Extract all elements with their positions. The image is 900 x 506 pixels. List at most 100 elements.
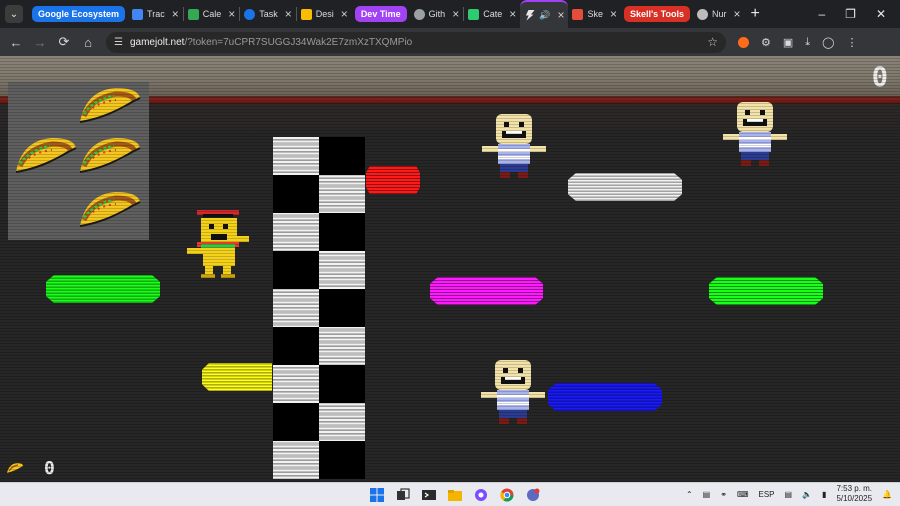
profile-shield-icon[interactable]: ◯ [822,36,834,49]
chat-app-icon[interactable] [524,486,542,504]
clock[interactable]: 7:53 p. m. 5/10/2025 [836,484,872,504]
drive-icon [300,8,312,20]
tab-title: Nur [712,9,727,19]
window-close-icon[interactable]: ✕ [876,7,886,21]
tab-group-google-ecosystem[interactable]: Google Ecosystem [32,6,126,22]
score-counter: 0 [871,62,888,93]
tab-tasks[interactable]: Task × [240,0,296,28]
skell-icon [572,8,584,20]
restore-icon[interactable]: ❐ [845,7,856,21]
menu-icon[interactable]: ⋮ [846,36,857,49]
speaker-icon[interactable]: 🔊 [539,10,550,21]
tab-search-button[interactable]: ⌄ [5,5,23,23]
extensions-puzzle-icon[interactable]: ⚙ [761,36,771,49]
keyboard-icon[interactable]: ⌨ [737,490,749,499]
tray-app-icon[interactable]: ▤ [703,490,711,499]
windows-start-icon[interactable] [368,486,386,504]
taco-panel [8,82,149,240]
notification-bell-icon[interactable]: 🔔 [882,490,892,499]
network-icon[interactable]: ▤ [785,490,793,499]
close-icon[interactable]: × [228,7,235,21]
close-icon[interactable]: × [172,7,179,21]
taco-counter-icon [7,463,23,473]
tray-sync-icon[interactable]: ⚭ [720,490,727,499]
close-icon[interactable]: × [557,8,564,22]
close-icon[interactable]: × [452,7,459,21]
close-icon[interactable]: × [734,7,741,21]
taco-icon [79,192,141,227]
chrome-icon[interactable] [498,486,516,504]
tab-drive[interactable]: Desi × [297,0,352,28]
tab-title: Ske [587,9,603,19]
red-pad [366,166,420,194]
taskbar-apps [368,486,542,504]
child-customer [482,114,546,178]
download-icon[interactable]: ⤓ [805,36,810,49]
volume-icon[interactable]: 🔈 [802,490,812,499]
task-view-icon[interactable] [394,486,412,504]
track-tile [319,403,365,441]
battery-icon[interactable]: ▮ [822,490,826,499]
home-button[interactable]: ⌂ [76,35,100,50]
track-tile [273,365,319,403]
tab-groups-icon[interactable]: ▣ [783,36,793,49]
minimize-icon[interactable]: – [818,7,825,21]
close-icon[interactable]: × [610,7,617,21]
track-tile [319,327,365,365]
tab-gamejolt-active[interactable]: 🔊 × [520,0,569,28]
game-canvas[interactable]: 0 0 [0,56,900,482]
back-button[interactable]: ← [4,35,28,50]
tab-group-dev-time[interactable]: Dev Time [354,6,407,22]
track-tile [273,403,319,441]
new-tab-button[interactable]: + [751,5,760,23]
tab-github[interactable]: Gith × [410,0,464,28]
taco-icon [15,138,77,173]
track-tile [319,175,365,213]
close-icon[interactable]: × [341,7,348,21]
calendar-icon [187,8,199,20]
tab-title: Trac [147,9,165,19]
browser-tab-strip: ⌄ Google Ecosystem Trac × Cale × Task × … [0,0,900,28]
close-icon[interactable]: × [509,7,516,21]
tab-trac[interactable]: Trac × [128,0,183,28]
terminal-icon[interactable] [420,486,438,504]
site-info-icon[interactable]: ☰ [114,37,123,48]
magenta-pad [430,277,543,305]
chevron-down-icon: ⌄ [9,8,19,20]
system-tray: ⌃ ▤ ⚭ ⌨ ESP ▤ 🔈 ▮ 7:53 p. m. 5/10/2025 🔔 [686,484,892,504]
tab-cate[interactable]: Cate × [464,0,520,28]
tab-group-skells-tools[interactable]: Skell's Tools [624,6,690,22]
url-path: /?token=7uCPR7SUGGJ34Wak2E7zmXzTXQMPio [184,36,413,48]
track-tile [273,289,319,327]
checkered-track [273,137,365,482]
child-customer [723,102,787,166]
track-tile [273,251,319,289]
close-icon[interactable]: × [285,7,292,21]
gamejolt-icon [525,9,536,21]
track-tile [273,137,319,175]
forward-button[interactable]: → [28,35,52,50]
app-purple-icon[interactable] [472,486,490,504]
file-explorer-icon[interactable] [446,486,464,504]
track-tile [319,365,365,403]
track-tile [319,137,365,175]
track-tile [273,327,319,365]
track-tile [319,251,365,289]
tab-title: Cale [202,9,222,19]
address-bar[interactable]: ☰ gamejolt.net/?token=7uCPR7SUGGJ34Wak2E… [106,31,726,53]
track-tile [273,441,319,479]
window-controls: – ❐ ✕ [818,0,900,28]
extension-icon[interactable] [738,36,749,48]
green-pad-left [46,275,160,303]
tab-title: Desi [315,9,334,19]
tab-calendar[interactable]: Cale × [184,0,240,28]
tab-nur[interactable]: Nur × [693,0,745,28]
chevron-up-icon[interactable]: ⌃ [686,490,693,499]
url-domain: gamejolt.net [129,36,185,48]
tasks-icon [244,8,256,20]
reload-button[interactable]: ⟳ [52,34,76,50]
language-indicator[interactable]: ESP [758,490,774,499]
tab-skell[interactable]: Ske × [568,0,621,28]
bookmark-star-icon[interactable]: ☆ [707,35,718,49]
url-text[interactable]: gamejolt.net/?token=7uCPR7SUGGJ34Wak2E7z… [130,37,700,48]
